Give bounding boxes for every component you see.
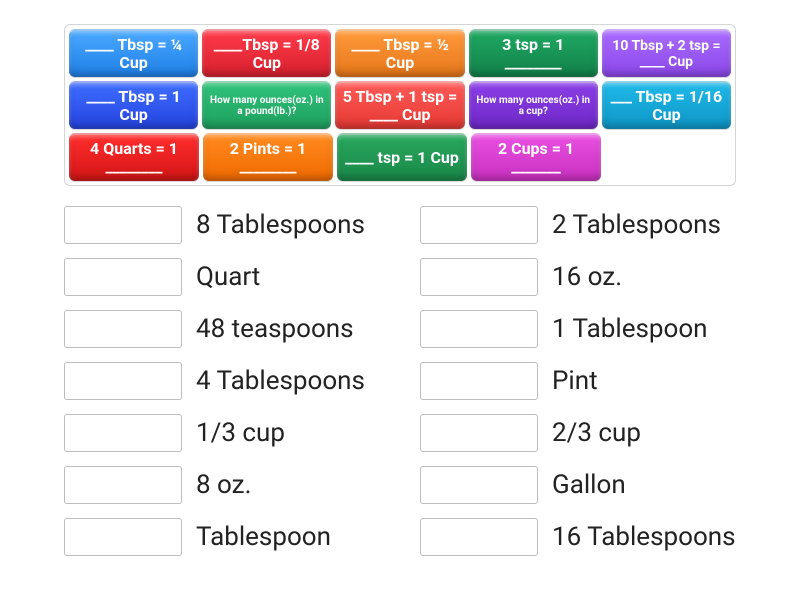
draggable-tile[interactable]: ____ Tbsp = 1 Cup bbox=[69, 81, 198, 129]
answer-row: 16 oz. bbox=[420, 258, 736, 296]
drop-slot[interactable] bbox=[64, 518, 182, 556]
drop-slot[interactable] bbox=[64, 466, 182, 504]
draggable-tile[interactable]: ____ tsp = 1 Cup bbox=[337, 133, 467, 181]
answer-row: Tablespoon bbox=[64, 518, 380, 556]
answer-label: Gallon bbox=[552, 470, 626, 500]
drop-slot[interactable] bbox=[420, 206, 538, 244]
draggable-tile[interactable]: How many ounces(oz.) in a pound(lb.)? bbox=[202, 81, 331, 129]
drop-slot[interactable] bbox=[420, 466, 538, 504]
answer-row: 16 Tablespoons bbox=[420, 518, 736, 556]
answer-row: 8 Tablespoons bbox=[64, 206, 380, 244]
draggable-tile[interactable]: 3 tsp = 1 ________ bbox=[469, 29, 598, 77]
draggable-tile[interactable]: ____Tbsp = 1/8 Cup bbox=[202, 29, 331, 77]
answer-row: 1/3 cup bbox=[64, 414, 380, 452]
drop-slot[interactable] bbox=[420, 362, 538, 400]
answer-row: 2 Tablespoons bbox=[420, 206, 736, 244]
answer-label: 1 Tablespoon bbox=[552, 314, 708, 344]
drop-slot[interactable] bbox=[420, 518, 538, 556]
tile-row-1: ____ Tbsp = 1 Cup How many ounces(oz.) i… bbox=[69, 81, 731, 129]
answer-row: 48 teaspoons bbox=[64, 310, 380, 348]
draggable-tile[interactable]: 2 Pints = 1 ________ bbox=[203, 133, 333, 181]
tile-row-0: ____ Tbsp = ¼ Cup ____Tbsp = 1/8 Cup ___… bbox=[69, 29, 731, 77]
draggable-tile[interactable]: 10 Tbsp + 2 tsp = ____ Cup bbox=[602, 29, 731, 77]
answer-label: Quart bbox=[196, 262, 260, 292]
answer-label: Tablespoon bbox=[196, 522, 331, 552]
answer-row: 2/3 cup bbox=[420, 414, 736, 452]
draggable-tile[interactable]: ____ Tbsp = ¼ Cup bbox=[69, 29, 198, 77]
drop-slot[interactable] bbox=[64, 206, 182, 244]
tile-row-2: 4 Quarts = 1 ________ 2 Pints = 1 ______… bbox=[69, 133, 731, 181]
drop-slot[interactable] bbox=[64, 414, 182, 452]
answer-label: 2 Tablespoons bbox=[552, 210, 721, 240]
drop-slot[interactable] bbox=[420, 258, 538, 296]
answer-label: 4 Tablespoons bbox=[196, 366, 365, 396]
answer-label: 1/3 cup bbox=[196, 418, 285, 448]
answer-label: 16 Tablespoons bbox=[552, 522, 736, 552]
draggable-tile[interactable]: 4 Quarts = 1 ________ bbox=[69, 133, 199, 181]
answer-label: 16 oz. bbox=[552, 262, 622, 292]
tile-tray: ____ Tbsp = ¼ Cup ____Tbsp = 1/8 Cup ___… bbox=[64, 24, 736, 186]
answer-label: 8 oz. bbox=[196, 470, 251, 500]
drop-slot[interactable] bbox=[64, 310, 182, 348]
answer-row: 1 Tablespoon bbox=[420, 310, 736, 348]
answer-row: 8 oz. bbox=[64, 466, 380, 504]
draggable-tile[interactable]: 2 Cups = 1 _______ bbox=[471, 133, 601, 181]
answer-row: Gallon bbox=[420, 466, 736, 504]
answer-label: 48 teaspoons bbox=[196, 314, 354, 344]
answers-grid: 8 Tablespoons 2 Tablespoons Quart 16 oz.… bbox=[64, 202, 736, 556]
draggable-tile[interactable]: ___ Tbsp = 1/16 Cup bbox=[602, 81, 731, 129]
answer-row: Pint bbox=[420, 362, 736, 400]
answer-row: Quart bbox=[64, 258, 380, 296]
activity-stage: ____ Tbsp = ¼ Cup ____Tbsp = 1/8 Cup ___… bbox=[0, 0, 800, 600]
draggable-tile[interactable]: ____ Tbsp = ½ Cup bbox=[335, 29, 464, 77]
answer-label: 2/3 cup bbox=[552, 418, 641, 448]
drop-slot[interactable] bbox=[64, 258, 182, 296]
answer-row: 4 Tablespoons bbox=[64, 362, 380, 400]
drop-slot[interactable] bbox=[420, 414, 538, 452]
draggable-tile[interactable]: 5 Tbsp + 1 tsp = ____ Cup bbox=[335, 81, 464, 129]
draggable-tile[interactable]: How many ounces(oz.) in a cup? bbox=[469, 81, 598, 129]
answer-label: Pint bbox=[552, 366, 598, 396]
drop-slot[interactable] bbox=[64, 362, 182, 400]
drop-slot[interactable] bbox=[420, 310, 538, 348]
answer-label: 8 Tablespoons bbox=[196, 210, 365, 240]
